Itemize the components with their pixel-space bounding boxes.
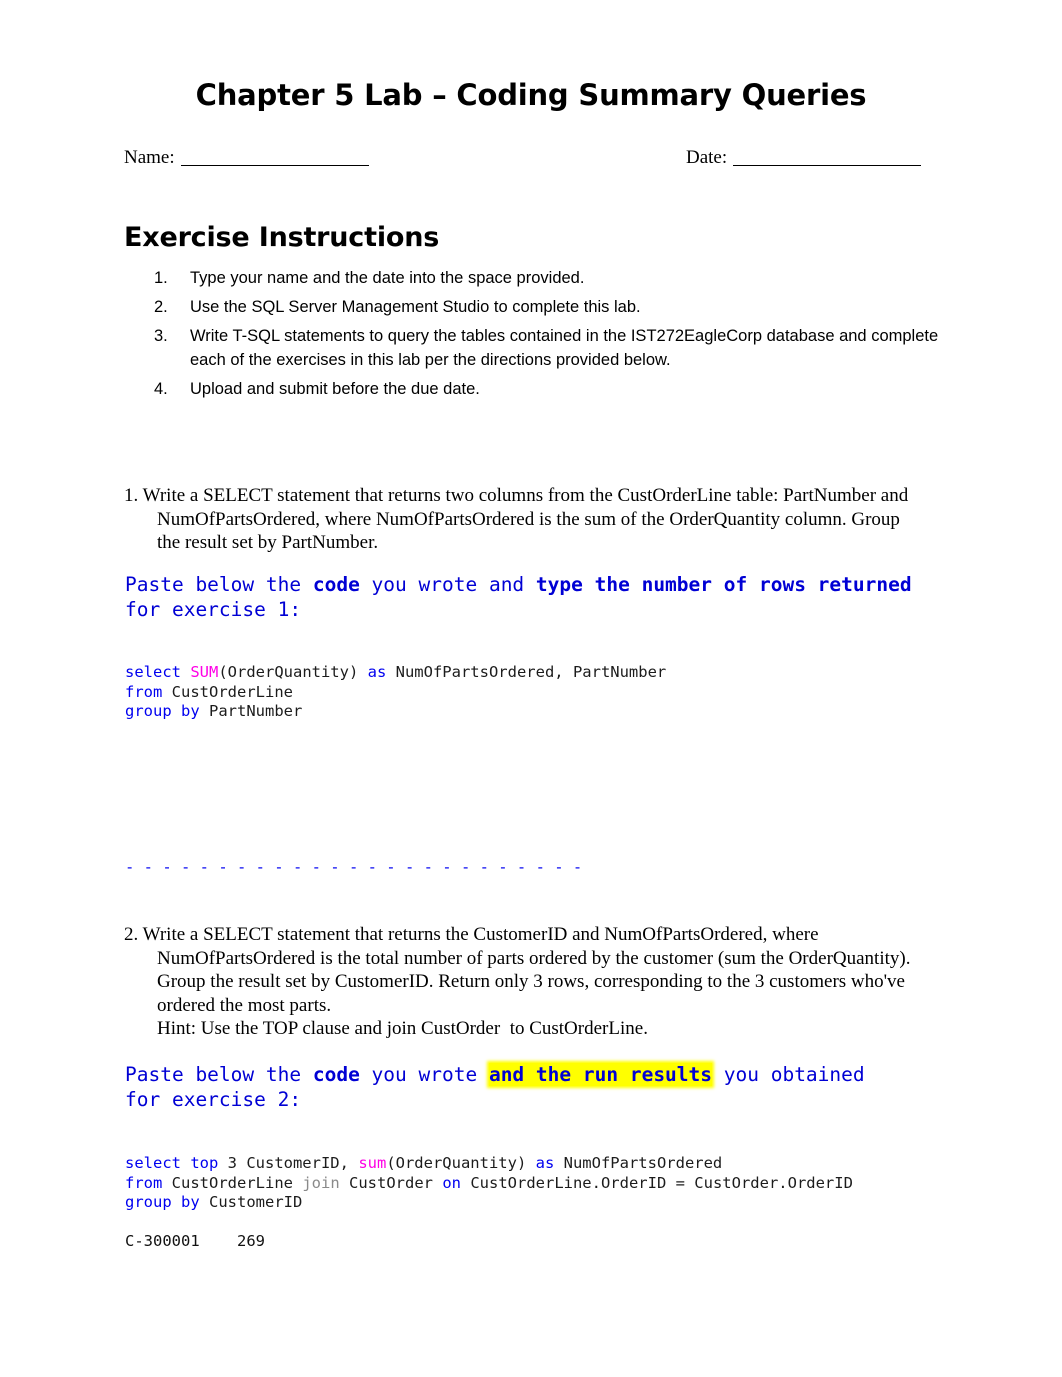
- note-bold-rows-returned: type the number of rows returned: [535, 573, 912, 596]
- code-identifier-4: PartNumber: [209, 702, 303, 720]
- code-identifier-1: (OrderQuantity): [218, 663, 368, 681]
- list-item: 1. Type your name and the date into the …: [152, 266, 942, 290]
- list-item-number: 1.: [154, 269, 168, 287]
- code2-keyword-on: on: [442, 1173, 471, 1192]
- exercise-1-line-1: 1. Write a SELECT statement that returns…: [124, 485, 909, 506]
- note-text-part-1: Paste below the: [125, 573, 313, 596]
- list-item-label: Write T-SQL statements to query the tabl…: [190, 327, 939, 369]
- code-keyword-group-by: group by: [125, 702, 209, 720]
- code-identifier-3: CustOrderLine: [171, 682, 293, 701]
- list-item-label: Type your name and the date into the spa…: [190, 269, 585, 287]
- exercise-1-prompt: 1. Write a SELECT statement that returns…: [124, 484, 934, 555]
- code-identifier-2: NumOfPartsOrdered, PartNumber: [395, 663, 667, 681]
- code2-identifier-3: NumOfPartsOrdered: [563, 1154, 723, 1172]
- exercise-2-hint-line: Hint: Use the TOP clause and join CustOr…: [157, 1018, 648, 1039]
- exercise-2-line-3: Group the result set by CustomerID. Retu…: [157, 971, 905, 992]
- code2-identifier-7: CustomerID: [209, 1193, 303, 1211]
- code2-identifier-1: 3 CustomerID,: [227, 1154, 359, 1172]
- name-label: Name:: [124, 147, 175, 168]
- note2-text-part-2: you wrote: [359, 1063, 489, 1086]
- section-divider: - - - - - - - - - - - - - - - - - - - - …: [125, 858, 583, 876]
- list-item: 4. Upload and submit before the due date…: [152, 377, 942, 401]
- list-item: 3. Write T-SQL statements to query the t…: [152, 324, 942, 372]
- exercise-1-code-block[interactable]: select SUM(OrderQuantity) as NumOfPartsO…: [125, 663, 666, 722]
- code2-function-sum: sum: [358, 1154, 387, 1172]
- exercise-2-line-4: ordered the most parts.: [157, 994, 332, 1016]
- instructions-list: 1. Type your name and the date into the …: [152, 266, 942, 406]
- date-field-group: Date:: [686, 147, 922, 169]
- code2-identifier-6: CustOrderLine.OrderID = CustOrder.OrderI…: [470, 1173, 853, 1192]
- page-title: Chapter 5 Lab – Coding Summary Queries: [195, 78, 867, 112]
- code-keyword-as: as: [367, 663, 396, 681]
- code-keyword-select: select: [125, 663, 191, 681]
- note2-bold-code: code: [312, 1063, 360, 1086]
- code2-identifier-5: CustOrder: [349, 1173, 443, 1192]
- date-label: Date:: [686, 147, 728, 168]
- code2-keyword-group-by: group by: [125, 1193, 209, 1211]
- date-blank-line[interactable]: [733, 165, 922, 166]
- exercise-1-prompt-body: 1. Write a SELECT statement that returns…: [124, 484, 934, 555]
- exercise-1-paste-note: Paste below the code you wrote and type …: [125, 572, 915, 622]
- code-function-sum: SUM: [190, 663, 219, 681]
- note2-text-part-1: Paste below the: [125, 1063, 313, 1086]
- list-item-label: Upload and submit before the due date.: [190, 380, 480, 398]
- code2-keyword-from: from: [125, 1173, 172, 1192]
- list-item: 2. Use the SQL Server Management Studio …: [152, 295, 942, 319]
- exercise-2-prompt: 2. Write a SELECT statement that returns…: [124, 923, 944, 1041]
- exercise-1-line-2: NumOfPartsOrdered, where NumOfPartsOrder…: [157, 508, 900, 530]
- exercise-2-code-block[interactable]: select top 3 CustomerID, sum(OrderQuanti…: [125, 1154, 853, 1213]
- code2-identifier-4: CustOrderLine: [171, 1173, 303, 1192]
- code-keyword-from: from: [125, 682, 172, 701]
- list-item-label: Use the SQL Server Management Studio to …: [190, 298, 641, 316]
- code2-keyword-join: join: [302, 1173, 349, 1192]
- note2-highlight-run-results: and the run results: [488, 1063, 713, 1086]
- exercise-1-line-3: the result set by PartNumber.: [157, 532, 379, 553]
- code2-keyword-as: as: [535, 1154, 564, 1172]
- exercise-2-prompt-body: 2. Write a SELECT statement that returns…: [124, 923, 944, 1041]
- exercise-2-line-1: 2. Write a SELECT statement that returns…: [124, 924, 819, 945]
- exercise-2-line-2: NumOfPartsOrdered is the total number of…: [157, 947, 911, 969]
- footer-text: C-300001 269: [125, 1232, 265, 1250]
- document-page: Chapter 5 Lab – Coding Summary Queries N…: [0, 0, 1062, 1377]
- list-item-number: 4.: [154, 380, 168, 398]
- exercise-2-paste-note: Paste below the code you wrote and the r…: [125, 1062, 875, 1112]
- name-field-group: Name:: [124, 147, 369, 169]
- name-blank-line[interactable]: [180, 165, 369, 166]
- list-item-number: 3.: [154, 327, 168, 345]
- list-item-number: 2.: [154, 298, 168, 316]
- note-bold-code: code: [312, 573, 360, 596]
- exercise-1-number: 1.: [124, 485, 139, 506]
- code2-identifier-2: (OrderQuantity): [386, 1154, 536, 1172]
- code2-keyword-select-top: select top: [125, 1154, 228, 1172]
- exercise-2-number: 2.: [124, 924, 139, 945]
- section-heading-exercise-instructions: Exercise Instructions: [124, 222, 440, 253]
- note-text-part-2: you wrote and: [359, 573, 536, 596]
